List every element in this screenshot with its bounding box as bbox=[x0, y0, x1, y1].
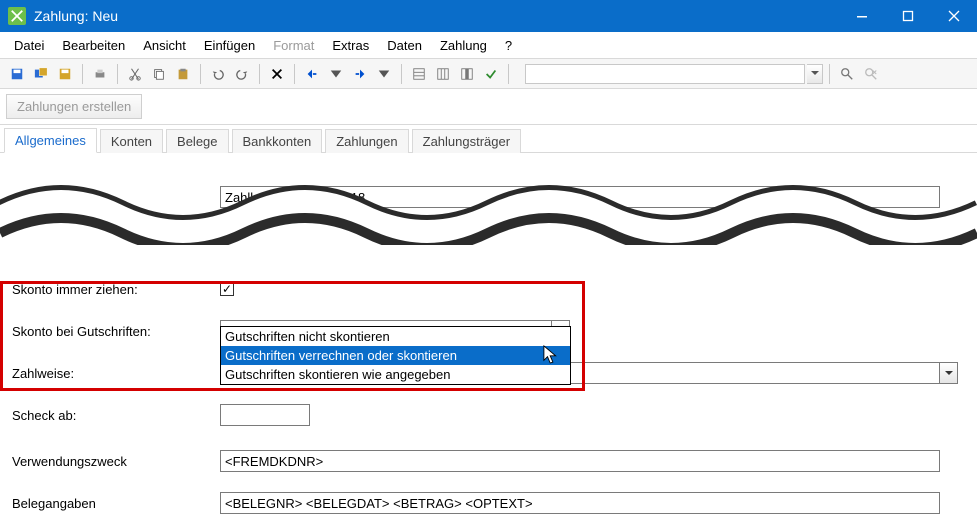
copy-icon[interactable] bbox=[148, 63, 170, 85]
window-titlebar: Zahlung: Neu bbox=[0, 0, 977, 32]
app-icon bbox=[8, 7, 26, 25]
delete-icon[interactable] bbox=[266, 63, 288, 85]
form-area: Skonto immer ziehen: Skonto bei Gutschri… bbox=[0, 153, 977, 529]
menu-format[interactable]: Format bbox=[265, 35, 322, 56]
search-icon[interactable] bbox=[836, 63, 858, 85]
tab-payment-carriers[interactable]: Zahlungsträger bbox=[412, 129, 521, 153]
undo-icon[interactable] bbox=[207, 63, 229, 85]
tab-general[interactable]: Allgemeines bbox=[4, 128, 97, 153]
menu-view[interactable]: Ansicht bbox=[135, 35, 194, 56]
save-special2-icon[interactable] bbox=[54, 63, 76, 85]
cut-icon[interactable] bbox=[124, 63, 146, 85]
usage-label: Verwendungszweck bbox=[12, 454, 220, 469]
menu-insert[interactable]: Einfügen bbox=[196, 35, 263, 56]
print-icon[interactable] bbox=[89, 63, 111, 85]
menu-file[interactable]: Datei bbox=[6, 35, 52, 56]
skonto-always-checkbox[interactable] bbox=[220, 282, 234, 296]
tab-bank-accounts[interactable]: Bankkonten bbox=[232, 129, 323, 153]
usage-input[interactable] bbox=[220, 450, 940, 472]
save-special1-icon[interactable] bbox=[30, 63, 52, 85]
tab-payments[interactable]: Zahlungen bbox=[325, 129, 408, 153]
menu-payment[interactable]: Zahlung bbox=[432, 35, 495, 56]
skonto-credit-popup: Gutschriften nicht skontieren Gutschrift… bbox=[220, 326, 571, 385]
grid2-icon[interactable] bbox=[432, 63, 454, 85]
menu-data[interactable]: Daten bbox=[379, 35, 430, 56]
menu-edit[interactable]: Bearbeiten bbox=[54, 35, 133, 56]
tab-strip: Allgemeines Konten Belege Bankkonten Zah… bbox=[0, 125, 977, 153]
chevron-down-icon[interactable] bbox=[940, 362, 958, 384]
check-icon[interactable] bbox=[480, 63, 502, 85]
nav-last-drop-icon[interactable] bbox=[373, 63, 395, 85]
nav-last-icon[interactable] bbox=[349, 63, 371, 85]
close-button[interactable] bbox=[931, 0, 977, 32]
document-info-label: Belegangaben bbox=[12, 496, 220, 511]
toolbar bbox=[0, 59, 977, 89]
skonto-credit-label: Skonto bei Gutschriften: bbox=[12, 324, 220, 339]
dropdown-option[interactable]: Gutschriften nicht skontieren bbox=[221, 327, 570, 346]
toolbar-search-input[interactable] bbox=[525, 64, 805, 84]
payment-method-label: Zahlweise: bbox=[12, 366, 220, 381]
grid1-icon[interactable] bbox=[408, 63, 430, 85]
tab-documents[interactable]: Belege bbox=[166, 129, 228, 153]
check-from-input[interactable] bbox=[220, 404, 310, 426]
dropdown-option[interactable]: Gutschriften skontieren wie angegeben bbox=[221, 365, 570, 384]
tab-accounts[interactable]: Konten bbox=[100, 129, 163, 153]
grid3-icon[interactable] bbox=[456, 63, 478, 85]
maximize-button[interactable] bbox=[885, 0, 931, 32]
nav-first-drop-icon[interactable] bbox=[325, 63, 347, 85]
dropdown-option[interactable]: Gutschriften verrechnen oder skontieren bbox=[221, 346, 570, 365]
minimize-button[interactable] bbox=[839, 0, 885, 32]
menu-extras[interactable]: Extras bbox=[324, 35, 377, 56]
create-payments-button[interactable]: Zahlungen erstellen bbox=[6, 94, 142, 119]
menu-bar: Datei Bearbeiten Ansicht Einfügen Format… bbox=[0, 32, 977, 59]
save-icon[interactable] bbox=[6, 63, 28, 85]
top-field[interactable] bbox=[220, 186, 940, 208]
mouse-cursor bbox=[543, 345, 561, 367]
window-title: Zahlung: Neu bbox=[34, 8, 118, 24]
paste-icon[interactable] bbox=[172, 63, 194, 85]
menu-help[interactable]: ? bbox=[497, 35, 520, 56]
redo-icon[interactable] bbox=[231, 63, 253, 85]
skonto-always-label: Skonto immer ziehen: bbox=[12, 282, 220, 297]
document-info-input[interactable] bbox=[220, 492, 940, 514]
nav-first-icon[interactable] bbox=[301, 63, 323, 85]
check-from-label: Scheck ab: bbox=[12, 408, 220, 423]
second-toolbar: Zahlungen erstellen bbox=[0, 89, 977, 125]
toolbar-search-dropdown[interactable] bbox=[807, 64, 823, 84]
search-clear-icon[interactable] bbox=[860, 63, 882, 85]
